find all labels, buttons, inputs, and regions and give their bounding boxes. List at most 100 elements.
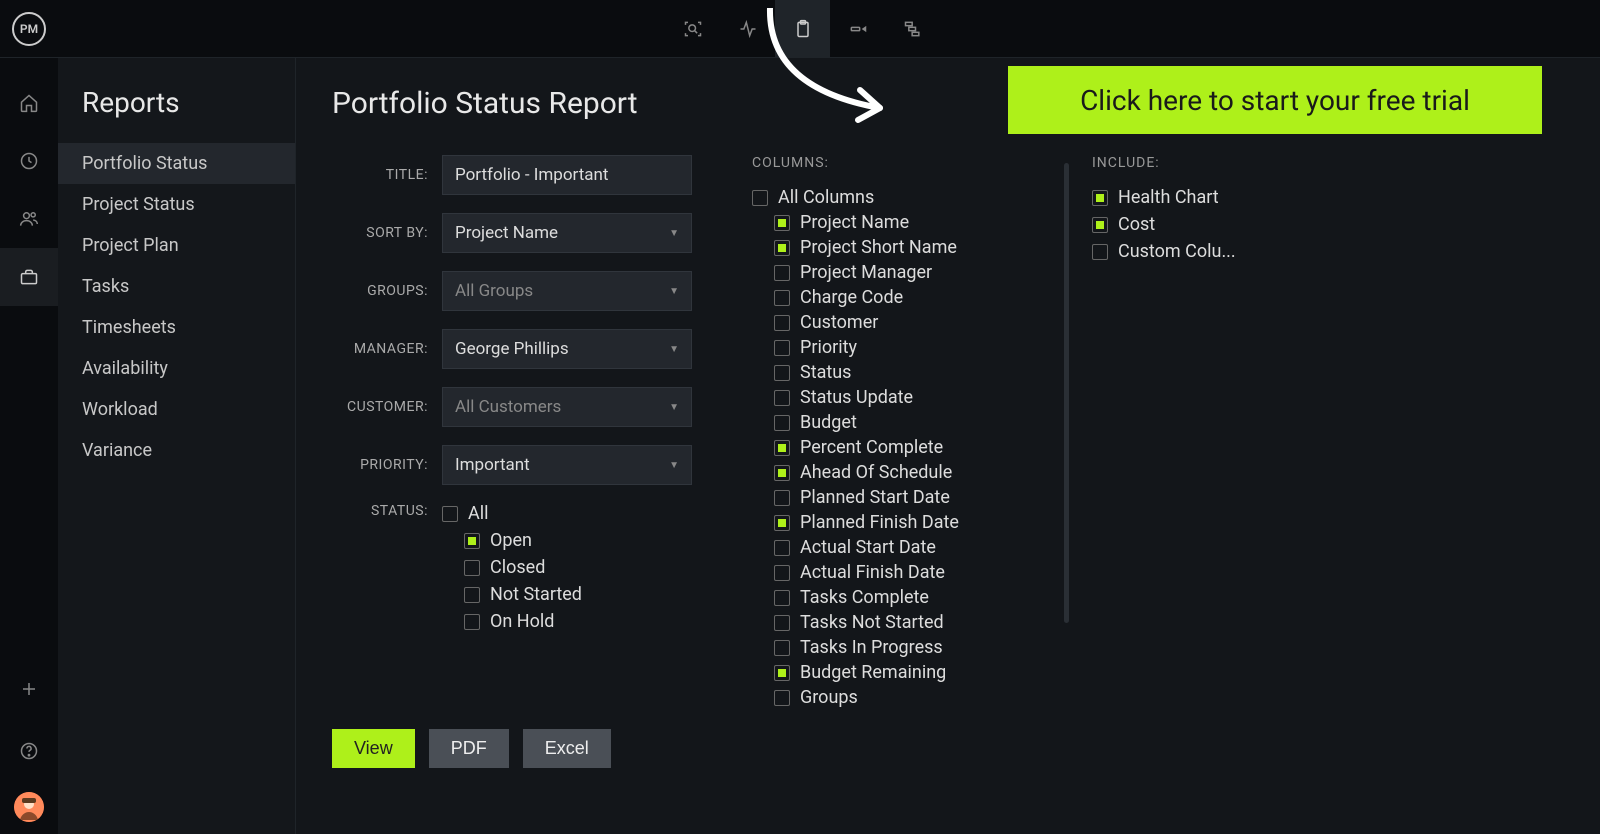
checkbox-icon — [1092, 244, 1108, 260]
column-label: Ahead Of Schedule — [800, 462, 952, 483]
clock-icon[interactable] — [0, 132, 58, 190]
status-option[interactable]: On Hold — [464, 611, 692, 632]
milestone-icon[interactable] — [830, 0, 885, 58]
topbar: PM — [0, 0, 1600, 58]
users-icon[interactable] — [0, 190, 58, 248]
checkbox-icon — [752, 190, 768, 206]
column-checkbox[interactable]: Status Update — [774, 387, 1032, 408]
include-checkbox[interactable]: Health Chart — [1092, 187, 1292, 208]
column-checkbox[interactable]: Budget — [774, 412, 1032, 433]
column-checkbox[interactable]: Planned Start Date — [774, 487, 1032, 508]
add-icon[interactable] — [0, 660, 58, 718]
column-checkbox[interactable]: Customer — [774, 312, 1032, 333]
include-checkbox[interactable]: Custom Colu... — [1092, 241, 1292, 262]
title-label: TITLE: — [332, 167, 442, 183]
sidebar-item-project-plan[interactable]: Project Plan — [58, 225, 295, 266]
column-checkbox[interactable]: Status — [774, 362, 1032, 383]
status-option-label: Closed — [490, 557, 545, 578]
activity-icon[interactable] — [720, 0, 775, 58]
clipboard-icon[interactable] — [775, 0, 830, 58]
column-checkbox[interactable]: Planned Finish Date — [774, 512, 1032, 533]
column-checkbox[interactable]: Actual Start Date — [774, 537, 1032, 558]
status-option-label: Open — [490, 530, 532, 551]
column-label: Actual Start Date — [800, 537, 936, 558]
title-input[interactable]: Portfolio - Important — [442, 155, 692, 195]
column-checkbox[interactable]: Project Manager — [774, 262, 1032, 283]
checkbox-icon — [774, 315, 790, 331]
status-option-label: On Hold — [490, 611, 554, 632]
briefcase-icon[interactable] — [0, 248, 58, 306]
column-checkbox[interactable]: Tasks Complete — [774, 587, 1032, 608]
help-icon[interactable] — [0, 722, 58, 780]
status-option-label: Not Started — [490, 584, 582, 605]
column-label: Tasks In Progress — [800, 637, 943, 658]
column-label: Budget Remaining — [800, 662, 946, 683]
pdf-button[interactable]: PDF — [429, 729, 509, 768]
sidebar-item-workload[interactable]: Workload — [58, 389, 295, 430]
user-avatar[interactable] — [14, 792, 44, 822]
column-checkbox[interactable]: Percent Complete — [774, 437, 1032, 458]
checkbox-icon — [774, 690, 790, 706]
column-label: Groups — [800, 687, 858, 708]
search-scan-icon[interactable] — [665, 0, 720, 58]
column-label: Actual Finish Date — [800, 562, 945, 583]
include-checkbox[interactable]: Cost — [1092, 214, 1292, 235]
chevron-down-icon: ▼ — [669, 460, 679, 471]
column-label: Status Update — [800, 387, 913, 408]
checkbox-icon — [1092, 217, 1108, 233]
status-label: STATUS: — [332, 503, 442, 519]
column-all-checkbox[interactable]: All Columns — [752, 187, 1032, 208]
chevron-down-icon: ▼ — [669, 286, 679, 297]
view-button[interactable]: View — [332, 729, 415, 768]
sidebar-title: Reports — [58, 86, 295, 143]
status-option[interactable]: All — [442, 503, 692, 524]
status-option[interactable]: Not Started — [464, 584, 692, 605]
sidebar-item-portfolio-status[interactable]: Portfolio Status — [58, 143, 295, 184]
column-checkbox[interactable]: Priority — [774, 337, 1032, 358]
free-trial-cta[interactable]: Click here to start your free trial — [1008, 66, 1542, 134]
column-label: Tasks Not Started — [800, 612, 944, 633]
include-panel: INCLUDE: Health ChartCostCustom Colu... — [1092, 155, 1292, 712]
checkbox-icon — [774, 540, 790, 556]
column-checkbox[interactable]: Budget Remaining — [774, 662, 1032, 683]
checkbox-icon — [774, 215, 790, 231]
sidebar-item-availability[interactable]: Availability — [58, 348, 295, 389]
column-checkbox[interactable]: Project Name — [774, 212, 1032, 233]
chevron-down-icon: ▼ — [669, 228, 679, 239]
roadmap-icon[interactable] — [885, 0, 940, 58]
reports-sidebar: Reports Portfolio StatusProject StatusPr… — [58, 58, 296, 834]
checkbox-icon — [774, 440, 790, 456]
checkbox-icon — [464, 587, 480, 603]
status-option[interactable]: Open — [464, 530, 692, 551]
checkbox-icon — [774, 565, 790, 581]
sort-select[interactable]: Project Name▼ — [442, 213, 692, 253]
sidebar-item-variance[interactable]: Variance — [58, 430, 295, 471]
columns-header: COLUMNS: — [752, 155, 1032, 171]
column-checkbox[interactable]: Actual Finish Date — [774, 562, 1032, 583]
column-checkbox[interactable]: Tasks Not Started — [774, 612, 1032, 633]
sidebar-item-project-status[interactable]: Project Status — [58, 184, 295, 225]
customer-select[interactable]: All Customers▼ — [442, 387, 692, 427]
checkbox-icon — [464, 533, 480, 549]
status-option[interactable]: Closed — [464, 557, 692, 578]
checkbox-icon — [774, 615, 790, 631]
checkbox-icon — [1092, 190, 1108, 206]
checkbox-icon — [774, 590, 790, 606]
sidebar-item-timesheets[interactable]: Timesheets — [58, 307, 295, 348]
app-logo[interactable]: PM — [0, 12, 58, 46]
column-label: Priority — [800, 337, 857, 358]
column-checkbox[interactable]: Ahead Of Schedule — [774, 462, 1032, 483]
column-checkbox[interactable]: Project Short Name — [774, 237, 1032, 258]
sidebar-item-tasks[interactable]: Tasks — [58, 266, 295, 307]
home-icon[interactable] — [0, 74, 58, 132]
priority-select[interactable]: Important▼ — [442, 445, 692, 485]
groups-select[interactable]: All Groups▼ — [442, 271, 692, 311]
column-checkbox[interactable]: Groups — [774, 687, 1032, 708]
checkbox-icon — [774, 340, 790, 356]
column-label: Percent Complete — [800, 437, 943, 458]
excel-button[interactable]: Excel — [523, 729, 611, 768]
column-checkbox[interactable]: Tasks In Progress — [774, 637, 1032, 658]
column-label: Budget — [800, 412, 857, 433]
manager-select[interactable]: George Phillips▼ — [442, 329, 692, 369]
column-checkbox[interactable]: Charge Code — [774, 287, 1032, 308]
